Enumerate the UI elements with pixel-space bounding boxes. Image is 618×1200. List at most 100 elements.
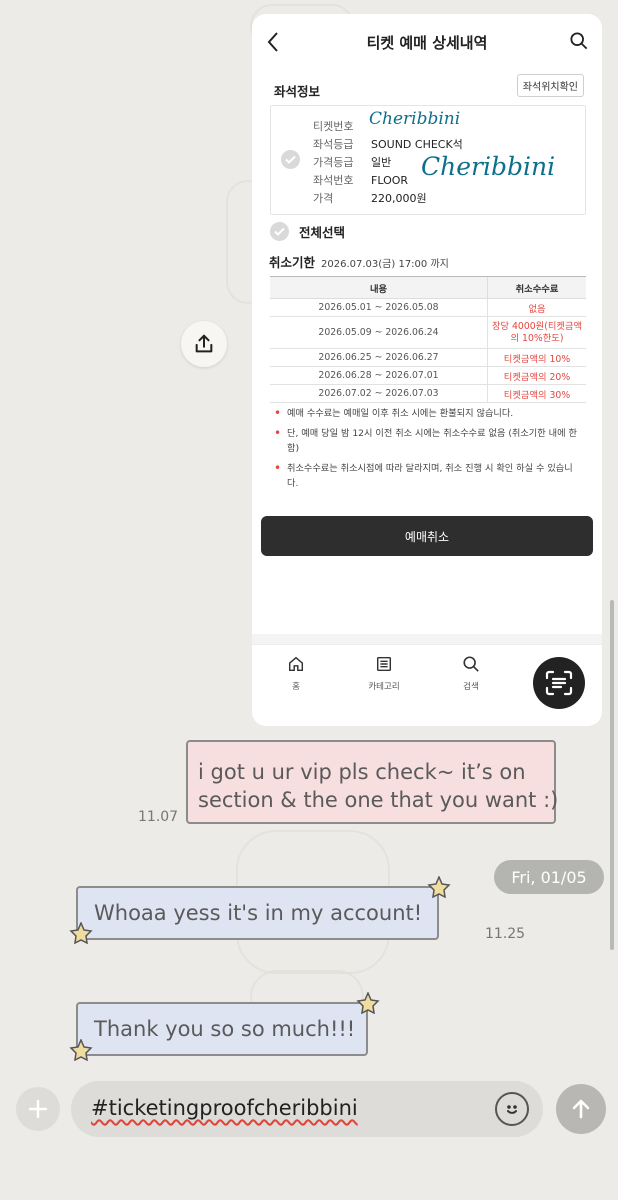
emoji-button[interactable]: [495, 1092, 529, 1126]
note-item: • 예매 수수료는 예매일 이후 취소 시에는 환불되지 않습니다.: [274, 406, 584, 421]
message-text: i got u ur vip pls check~ it’s on: [198, 760, 526, 784]
note-text: 예매 수수료는 예매일 이후 취소 시에는 환불되지 않습니다.: [287, 408, 514, 419]
fee-cell: 티켓금액의 30%: [487, 384, 586, 403]
field-label: 가격: [313, 192, 334, 205]
scan-button[interactable]: [533, 657, 585, 709]
bullet-icon: •: [274, 406, 282, 420]
select-all-checkbox[interactable]: 전체선택: [270, 222, 345, 241]
check-icon: [285, 155, 296, 164]
plus-icon: [28, 1099, 48, 1119]
seat-grade-row: 좌석등급 SOUND CHECK석: [313, 136, 463, 152]
nav-label: 홈: [292, 682, 300, 692]
price-row: 가격 220,000원: [313, 190, 427, 206]
seat-section-title: 좌석정보: [274, 84, 321, 99]
date-separator: Fri, 01/05: [494, 860, 604, 894]
fee-cell: 티켓금액의 10%: [487, 348, 586, 367]
message-bubble[interactable]: i got u ur vip pls check~ it’s on sectio…: [186, 740, 559, 824]
fee-cell: 장당 4000원(티켓금액의 10%한도): [487, 316, 586, 349]
share-icon: [195, 334, 213, 353]
message-text: section & the one that you want :): [198, 788, 559, 812]
deadline-date: 2026.07.03(금) 17:00 까지: [321, 259, 449, 270]
field-label: 가격등급: [313, 156, 354, 169]
table-row: 2026.06.28 ~ 2026.07.01 티켓금액의 20%: [270, 366, 586, 385]
arrow-up-icon: [572, 1099, 590, 1119]
table-header-row: 내용 취소수수료: [270, 276, 586, 299]
divider: [252, 634, 602, 644]
period-cell: 2026.05.09 ~ 2026.06.24: [270, 316, 488, 349]
handwritten-signature: Cheribbini: [369, 109, 461, 129]
fee-cell: 티켓금액의 20%: [487, 366, 586, 385]
bullet-icon: •: [274, 426, 282, 440]
period-cell: 2026.05.01 ~ 2026.05.08: [270, 298, 488, 317]
field-label: 좌석등급: [313, 138, 354, 151]
scan-text-icon: [545, 670, 573, 696]
nav-label: 검색: [463, 682, 479, 692]
column-header: 내용: [270, 276, 488, 299]
nav-item-search[interactable]: 검색: [441, 655, 501, 692]
deadline-label: 취소기한: [269, 255, 316, 270]
field-value: FLOOR: [371, 174, 409, 187]
message-text: Whoaa yess it's in my account!: [94, 901, 423, 925]
column-header: 취소수수료: [487, 276, 586, 299]
fee-cell: 없음: [487, 298, 586, 317]
cancel-notes: • 예매 수수료는 예매일 이후 취소 시에는 환불되지 않습니다. • 단, 예매…: [274, 406, 584, 496]
field-value: 일반: [371, 156, 392, 169]
table-row: 2026.07.02 ~ 2026.07.03 티켓금액의 30%: [270, 384, 586, 403]
field-value: SOUND CHECK석: [371, 138, 463, 151]
seat-location-button[interactable]: 좌석위치확인: [516, 74, 584, 97]
nav-item-category[interactable]: 카테고리: [354, 655, 414, 692]
field-value: 220,000원: [371, 192, 427, 205]
cancel-deadline: 취소기한 2026.07.03(금) 17:00 까지: [269, 252, 449, 271]
search-icon[interactable]: [570, 32, 588, 50]
message-text: Thank you so so much!!!: [94, 1017, 356, 1041]
message-bubble[interactable]: Whoaa yess it's in my account!: [76, 886, 439, 940]
smiley-icon: [507, 1105, 517, 1114]
check-icon: [274, 227, 285, 236]
shared-ticket-screenshot[interactable]: 티켓 예매 상세내역 좌석정보 좌석위치확인 티켓번호 좌석등급 SOUND CH…: [252, 14, 602, 726]
cancel-fee-table: 내용 취소수수료 2026.05.01 ~ 2026.05.08 없음 2026…: [270, 276, 586, 403]
search-icon: [463, 656, 479, 672]
home-icon: [288, 656, 304, 672]
star-icon: [69, 922, 93, 944]
bullet-icon: •: [274, 461, 282, 475]
scrollbar[interactable]: [610, 600, 614, 950]
field-label: 티켓번호: [313, 120, 354, 133]
table-row: 2026.05.01 ~ 2026.05.08 없음: [270, 298, 586, 317]
message-input-text: #ticketingproofcheribbini: [91, 1096, 358, 1120]
back-arrow-icon[interactable]: [266, 30, 282, 54]
period-cell: 2026.06.25 ~ 2026.06.27: [270, 348, 488, 367]
seat-number-row: 좌석번호 FLOOR: [313, 172, 408, 188]
send-button[interactable]: [556, 1084, 606, 1134]
note-text: 취소수수료는 취소시점에 따라 달라지며, 취소 진행 시 확인 하실 수 있습…: [287, 463, 573, 489]
note-text: 단, 예매 당일 밤 12시 이전 취소 시에는 취소수수료 없음 (취소기한 …: [287, 428, 577, 454]
ticket-page-title: 티켓 예매 상세내역: [366, 33, 488, 52]
seat-info-box: 티켓번호 좌석등급 SOUND CHECK석 가격등급 일반 좌석번호 FLOOR 가…: [270, 105, 586, 215]
field-label: 좌석번호: [313, 174, 354, 187]
category-icon: [376, 656, 392, 672]
price-grade-row: 가격등급 일반: [313, 154, 391, 170]
message-input[interactable]: #ticketingproofcheribbini: [71, 1081, 543, 1137]
nav-item-home[interactable]: 홈: [266, 655, 326, 692]
message-time: 11.25: [485, 926, 526, 942]
nav-label: 카테고리: [368, 682, 400, 692]
message-time: 11.07: [138, 809, 179, 825]
seat-check-circle[interactable]: [281, 150, 300, 169]
star-icon: [427, 876, 451, 898]
note-item: • 취소수수료는 취소시점에 따라 달라지며, 취소 진행 시 확인 하실 수 있…: [274, 461, 584, 491]
select-all-label: 전체선택: [299, 225, 346, 240]
add-attachment-button[interactable]: [16, 1087, 60, 1131]
select-all-check-circle: [270, 222, 289, 241]
share-button[interactable]: [181, 321, 227, 367]
period-cell: 2026.06.28 ~ 2026.07.01: [270, 366, 488, 385]
cancel-booking-button[interactable]: 예매취소: [261, 516, 593, 556]
table-row: 2026.05.09 ~ 2026.06.24 장당 4000원(티켓금액의 1…: [270, 316, 586, 349]
ticket-number-row: 티켓번호: [313, 118, 371, 134]
period-cell: 2026.07.02 ~ 2026.07.03: [270, 384, 488, 403]
note-item: • 단, 예매 당일 밤 12시 이전 취소 시에는 취소수수료 없음 (취소기한…: [274, 426, 584, 456]
star-icon: [356, 992, 380, 1014]
table-row: 2026.06.25 ~ 2026.06.27 티켓금액의 10%: [270, 348, 586, 367]
ticket-header: 티켓 예매 상세내역: [252, 14, 602, 70]
handwritten-signature: Cheribbini: [421, 152, 556, 181]
star-icon: [69, 1039, 93, 1061]
message-bubble[interactable]: Thank you so so much!!!: [76, 1002, 368, 1056]
